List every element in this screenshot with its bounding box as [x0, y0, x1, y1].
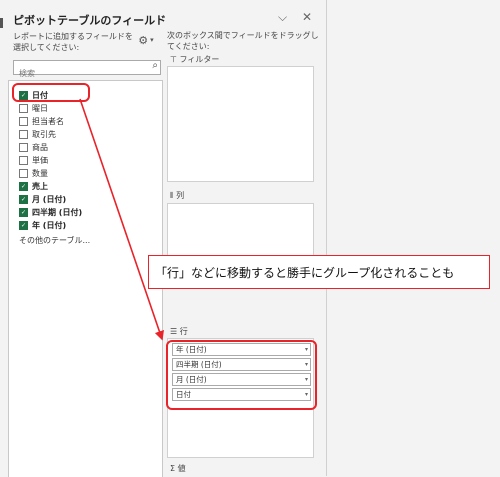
- callout-arrow: [79, 98, 164, 341]
- callout-note: 「行」などに移動すると勝手にグループ化されることも: [148, 255, 490, 289]
